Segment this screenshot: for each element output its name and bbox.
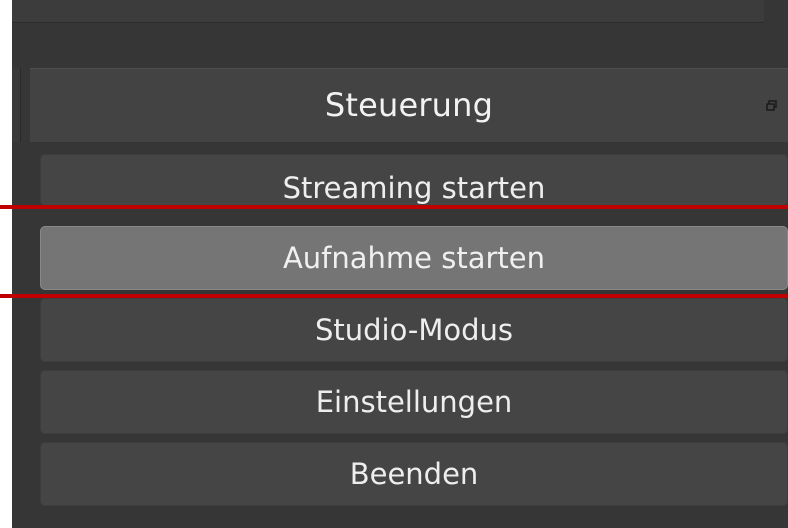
obs-window: Steuerung Streaming starten Aufnahme sta… xyxy=(0,0,788,528)
exit-button[interactable]: Beenden xyxy=(40,442,788,506)
highlight-line-bottom xyxy=(0,294,788,298)
studio-mode-button[interactable]: Studio-Modus xyxy=(40,298,788,362)
start-recording-button[interactable]: Aufnahme starten xyxy=(40,226,788,290)
controls-dock-header[interactable]: Steuerung xyxy=(30,68,788,142)
settings-button[interactable]: Einstellungen xyxy=(40,370,788,434)
start-streaming-button[interactable]: Streaming starten xyxy=(40,154,788,206)
dock-title: Steuerung xyxy=(324,86,494,124)
neighbor-dock-edge xyxy=(12,68,21,142)
highlight-line-top xyxy=(0,205,788,209)
undock-icon[interactable] xyxy=(766,100,778,112)
scene-list-bottom-edge xyxy=(12,0,764,23)
panel-right-edge xyxy=(764,0,788,22)
